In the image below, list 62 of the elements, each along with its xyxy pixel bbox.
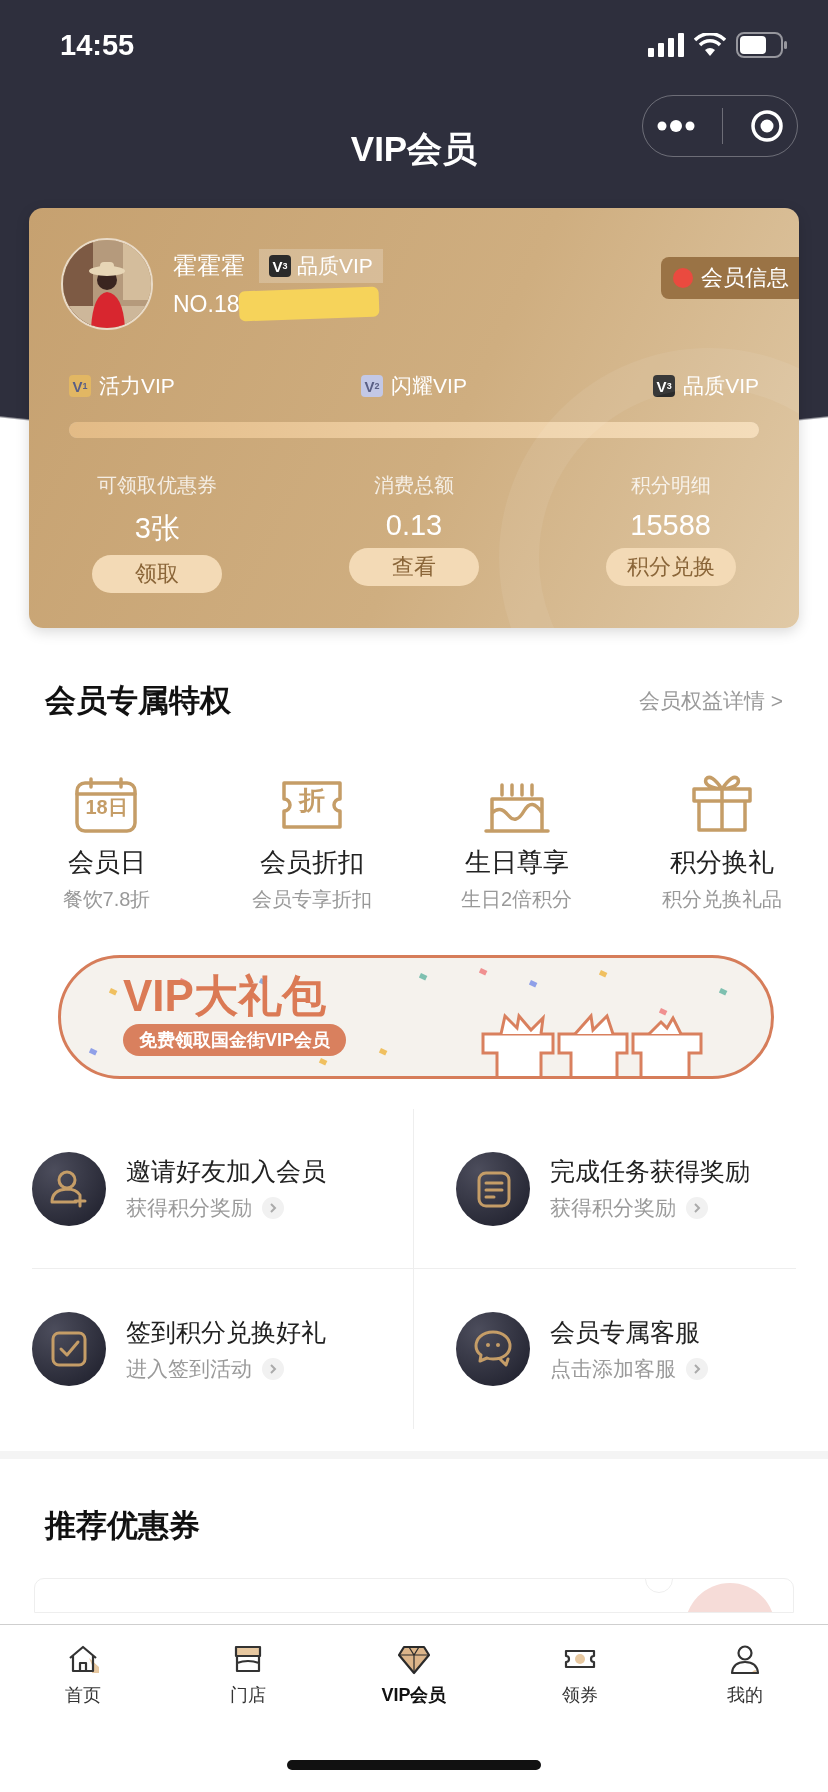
tab-item[interactable]: 我的 [662, 1643, 828, 1707]
privilege-title[interactable]: 生日尊享 [464, 845, 569, 880]
status-dot [673, 268, 693, 288]
member-name: 霍霍霍 [173, 251, 245, 281]
signal-icon [648, 33, 684, 57]
stat-label: 积分明细 [630, 473, 711, 498]
task-item[interactable]: 签到积分兑换好礼 进入签到活动 [32, 1269, 414, 1429]
task-item[interactable]: 会员专属客服 点击添加客服 [414, 1269, 796, 1429]
close-icon[interactable] [749, 109, 784, 143]
level-label: 活力VIP [99, 373, 175, 399]
section-title: 会员专属特权 [45, 682, 231, 720]
wifi-icon [694, 33, 726, 57]
task-title: 完成任务获得奖励 [550, 1156, 750, 1187]
banner-subtitle: 免费领取国金街VIP会员 [123, 1024, 346, 1057]
privilege-title[interactable]: 会员日 [67, 845, 146, 880]
privilege-subtitle: 积分兑换礼品 [661, 887, 782, 912]
stat-button[interactable]: 领取 [92, 555, 223, 593]
chat-icon [456, 1312, 530, 1386]
banner-title: VIP大礼包 [123, 972, 326, 1021]
task-title: 签到积分兑换好礼 [126, 1316, 326, 1348]
privilege-title[interactable]: 积分换礼 [669, 845, 774, 880]
stat-value: 15588 [630, 509, 711, 542]
tab-item[interactable]: 领券 [496, 1643, 663, 1707]
page-title: VIP会员 [350, 127, 478, 170]
section-title: 推荐优惠券 [43, 1507, 201, 1545]
level-label: 闪耀VIP [391, 373, 467, 399]
stat-value: 3张 [134, 511, 180, 546]
tab-item[interactable]: VIP会员 [331, 1643, 497, 1707]
task-item[interactable]: 邀请好友加入会员 获得积分奖励 [32, 1109, 414, 1269]
privilege-subtitle: 餐饮7.8折 [62, 887, 151, 912]
more-icon[interactable] [656, 120, 695, 132]
task-subtitle: 点击添加客服 [550, 1355, 676, 1382]
chevron-icon [686, 1357, 708, 1380]
tab-item[interactable]: 门店 [165, 1643, 332, 1707]
privilege-subtitle: 会员专享折扣 [251, 887, 372, 912]
task-subtitle: 获得积分奖励 [126, 1195, 252, 1221]
chevron-icon [686, 1197, 708, 1219]
task-item[interactable]: 完成任务获得奖励 获得积分奖励 [414, 1109, 796, 1269]
stat-button[interactable]: 积分兑换 [605, 548, 736, 586]
stat-label: 消费总额 [374, 473, 454, 498]
member-info-button[interactable]: 会员信息 [661, 257, 799, 299]
task-subtitle: 获得积分奖励 [550, 1195, 676, 1221]
task-title: 邀请好友加入会员 [126, 1156, 326, 1187]
tab-item[interactable]: 首页 [0, 1643, 166, 1707]
task-subtitle: 进入签到活动 [126, 1355, 252, 1382]
stat-value: 0.13 [385, 509, 443, 542]
level-label: 品质VIP [683, 373, 759, 399]
privilege-subtitle: 生日2倍积分 [460, 887, 573, 912]
chevron-icon [262, 1357, 284, 1380]
member-number: NO.18 [173, 290, 240, 318]
person-icon [729, 1643, 762, 1675]
battery-icon [736, 32, 788, 58]
privilege-title[interactable]: 会员折扣 [259, 845, 364, 880]
diamond-icon [398, 1643, 430, 1675]
status-time: 14:55 [60, 28, 135, 62]
task-title: 会员专属客服 [550, 1316, 701, 1348]
stat-label: 可领取优惠券 [97, 473, 218, 498]
list-icon [456, 1151, 530, 1226]
stat-button[interactable]: 查看 [349, 548, 479, 586]
chevron-icon [262, 1197, 284, 1219]
person-add-icon [32, 1151, 106, 1226]
checkbox-icon [32, 1312, 106, 1386]
